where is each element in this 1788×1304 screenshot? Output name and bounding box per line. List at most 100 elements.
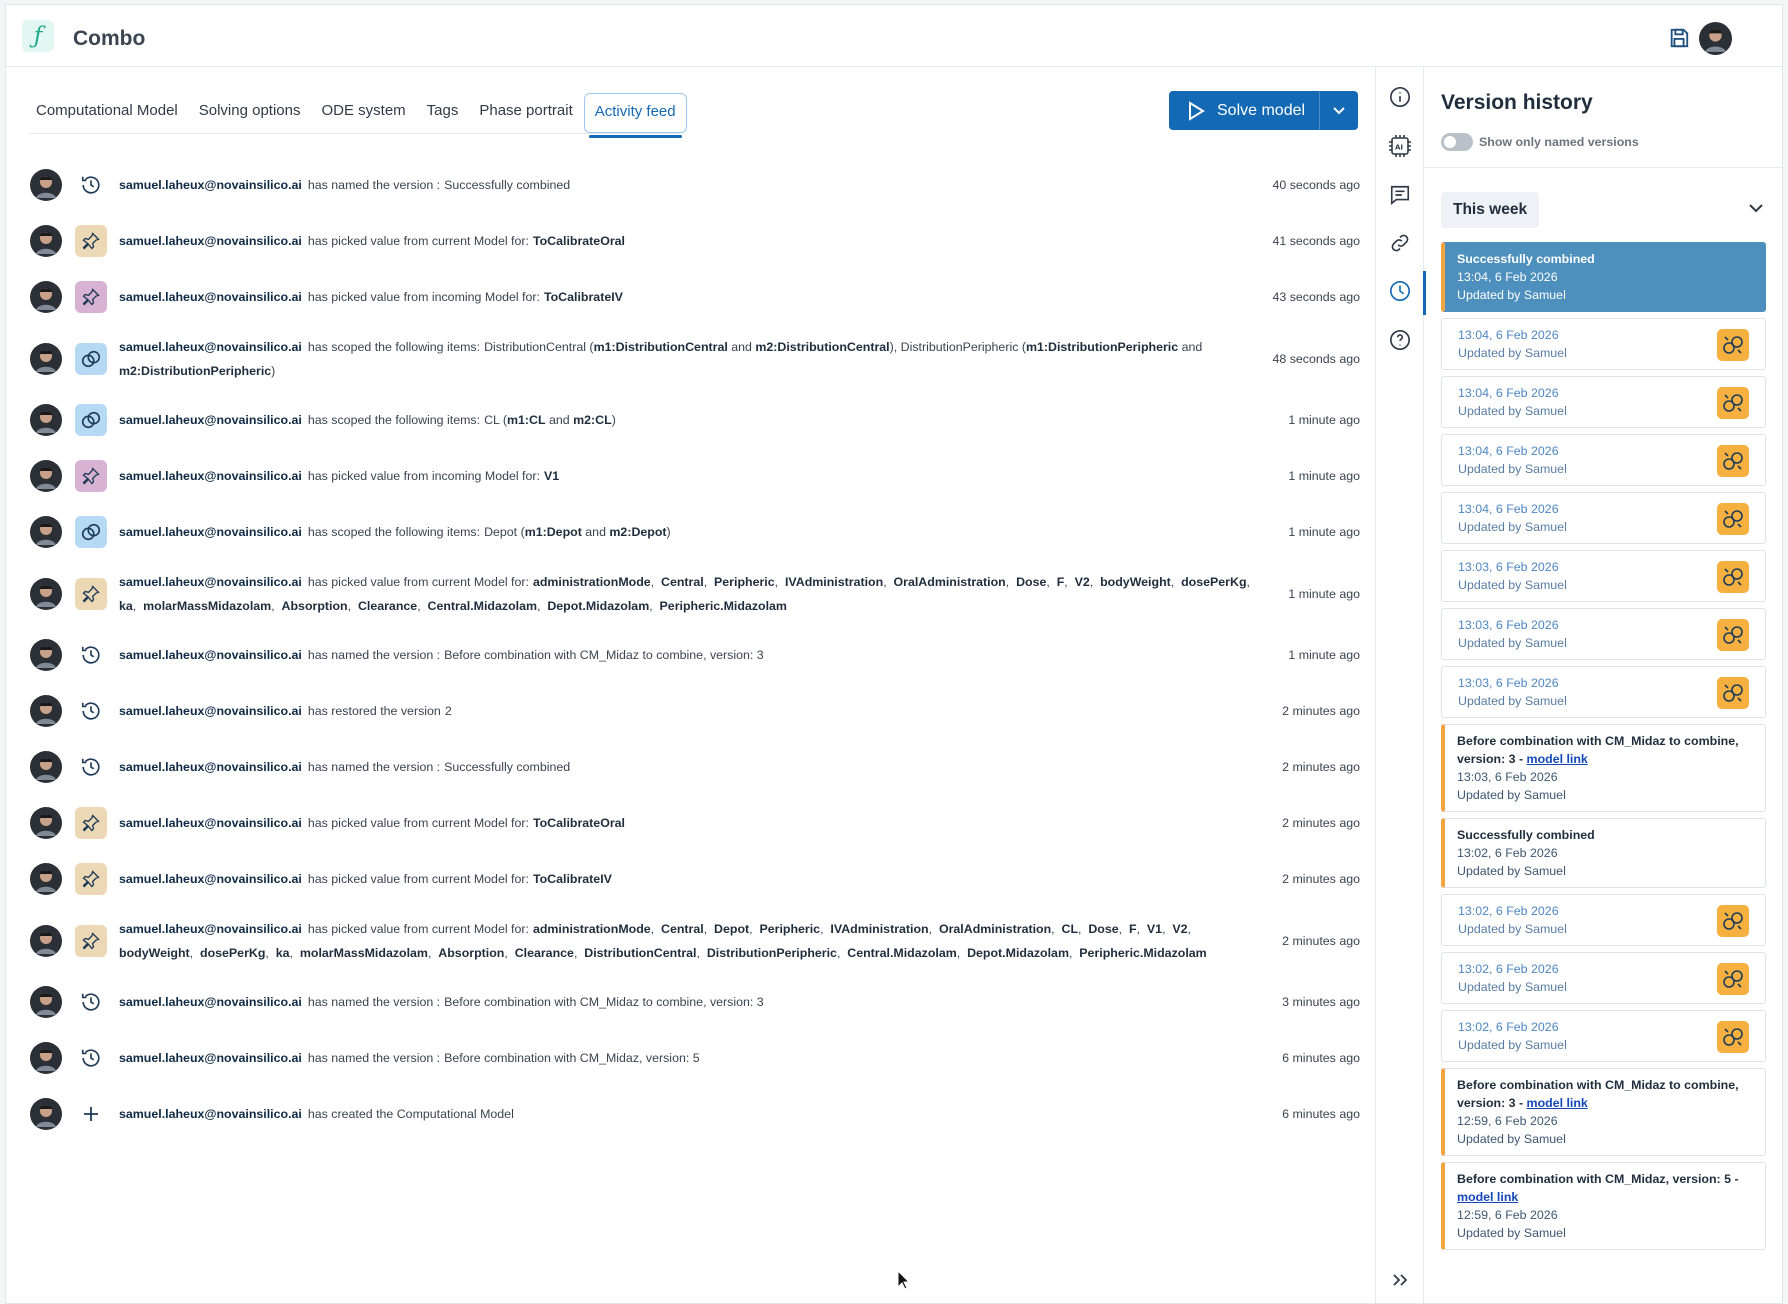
version-author: Updated by Samuel [1458,462,1567,476]
collapse-panel-button[interactable] [1376,1265,1424,1295]
model-link[interactable]: model link [1457,1190,1518,1204]
activity-user[interactable]: samuel.laheux@novainsilico.ai [119,290,302,304]
activity-detail: ToCalibrateIV [532,872,612,886]
merge-icon [1717,1021,1749,1053]
version-item[interactable]: 13:02, 6 Feb 2026 Updated by Samuel [1441,894,1766,946]
version-timestamp: 13:02, 6 Feb 2026 [1457,846,1558,860]
activity-item: samuel.laheux@novainsilico.ai has scoped … [30,325,1360,392]
version-group-header[interactable]: This week [1441,192,1766,228]
activity-user[interactable]: samuel.laheux@novainsilico.ai [119,525,302,539]
activity-action: has picked value from incoming Model for… [307,290,540,304]
rail-help-button[interactable] [1376,320,1424,360]
named-versions-toggle[interactable] [1441,133,1473,151]
version-timestamp: 13:04, 6 Feb 2026 [1458,444,1559,458]
activity-user[interactable]: samuel.laheux@novainsilico.ai [119,648,302,662]
version-item[interactable]: 13:03, 6 Feb 2026 Updated by Samuel [1441,608,1766,660]
tab-tags[interactable]: Tags [417,93,469,137]
activity-text: samuel.laheux@novainsilico.ai has picked … [119,811,1269,835]
activity-user[interactable]: samuel.laheux@novainsilico.ai [119,760,302,774]
rail-ai-button[interactable]: AI [1376,126,1424,166]
activity-timestamp: 41 seconds ago [1272,234,1361,248]
pin-incoming-icon [75,281,107,313]
activity-user[interactable]: samuel.laheux@novainsilico.ai [119,413,302,427]
activity-user[interactable]: samuel.laheux@novainsilico.ai [119,995,302,1009]
activity-user[interactable]: samuel.laheux@novainsilico.ai [119,704,302,718]
plus-icon [75,1098,107,1130]
tab-phase-portrait[interactable]: Phase portrait [469,93,582,137]
tab-activity-feed[interactable]: Activity feed [583,93,687,138]
version-author: Updated by Samuel [1458,346,1567,360]
version-item[interactable]: Before combination with CM_Midaz, versio… [1441,1162,1766,1250]
activity-user[interactable]: samuel.laheux@novainsilico.ai [119,178,302,192]
activity-user[interactable]: samuel.laheux@novainsilico.ai [119,922,302,936]
activity-timestamp: 2 minutes ago [1282,872,1360,886]
activity-detail: ToCalibrateOral [532,816,625,830]
version-item[interactable]: Before combination with CM_Midaz to comb… [1441,1068,1766,1156]
version-name: Before combination with CM_Midaz to comb… [1457,734,1739,766]
version-item[interactable]: 13:04, 6 Feb 2026 Updated by Samuel [1441,434,1766,486]
version-timestamp: 12:59, 6 Feb 2026 [1457,1208,1558,1222]
version-item[interactable]: Before combination with CM_Midaz to comb… [1441,724,1766,812]
activity-user[interactable]: samuel.laheux@novainsilico.ai [119,234,302,248]
version-item[interactable]: 13:03, 6 Feb 2026 Updated by Samuel [1441,550,1766,602]
comment-icon [1390,185,1410,205]
version-item[interactable]: Successfully combined 13:04, 6 Feb 2026 Up… [1441,242,1766,312]
activity-user[interactable]: samuel.laheux@novainsilico.ai [119,816,302,830]
activity-user[interactable]: samuel.laheux@novainsilico.ai [119,872,302,886]
help-icon [1390,330,1410,350]
solve-model-button[interactable]: Solve model [1169,91,1319,130]
tab-solving-options[interactable]: Solving options [189,93,311,137]
version-list: Successfully combined 13:04, 6 Feb 2026 Up… [1441,242,1766,1256]
named-versions-toggle-label: Show only named versions [1479,135,1639,149]
version-item[interactable]: 13:04, 6 Feb 2026 Updated by Samuel [1441,376,1766,428]
rail-info-button[interactable] [1376,77,1424,117]
activity-detail: CL (m1:CL and m2:CL) [484,413,616,427]
version-timestamp: 13:03, 6 Feb 2026 [1457,770,1558,784]
chevron-down-icon [1333,106,1345,114]
activity-item: samuel.laheux@novainsilico.ai has picked … [30,213,1360,269]
activity-action: has created the Computational Model [307,1107,514,1121]
activity-text: samuel.laheux@novainsilico.ai has named t… [119,173,1269,197]
tab-computational-model[interactable]: Computational Model [30,93,188,137]
activity-user[interactable]: samuel.laheux@novainsilico.ai [119,1107,302,1121]
activity-timestamp: 3 minutes ago [1282,995,1360,1009]
version-item[interactable]: 13:04, 6 Feb 2026 Updated by Samuel [1441,318,1766,370]
activity-action: has scoped the following items: [307,339,481,354]
activity-user[interactable]: samuel.laheux@novainsilico.ai [119,340,302,354]
chevron-down-icon [1749,204,1763,213]
merge-icon [1717,619,1749,651]
rail-links-button[interactable] [1376,223,1424,263]
activity-timestamp: 2 minutes ago [1282,816,1360,830]
rail-history-button[interactable] [1376,271,1426,315]
version-item[interactable]: 13:02, 6 Feb 2026 Updated by Samuel [1441,952,1766,1004]
activity-item: samuel.laheux@novainsilico.ai has named t… [30,739,1360,795]
pin-incoming-icon [75,460,107,492]
activity-text: samuel.laheux@novainsilico.ai has created… [119,1102,1269,1126]
version-item[interactable]: 13:03, 6 Feb 2026 Updated by Samuel [1441,666,1766,718]
activity-user[interactable]: samuel.laheux@novainsilico.ai [119,469,302,483]
activity-text: samuel.laheux@novainsilico.ai has named t… [119,755,1269,779]
merge-icon [1717,503,1749,535]
version-item[interactable]: 13:02, 6 Feb 2026 Updated by Samuel [1441,1010,1766,1062]
model-link[interactable]: model link [1527,752,1588,766]
user-avatar [30,577,62,610]
activity-user[interactable]: samuel.laheux@novainsilico.ai [119,575,302,589]
version-item[interactable]: 13:04, 6 Feb 2026 Updated by Samuel [1441,492,1766,544]
version-author: Updated by Samuel [1457,864,1566,878]
model-link[interactable]: model link [1527,1096,1588,1110]
tab-bar: Computational Model Solving options ODE sy… [30,93,688,138]
activity-detail: Successfully combined [444,178,571,192]
rail-comments-button[interactable] [1376,175,1424,215]
solve-options-dropdown[interactable] [1319,91,1358,130]
tab-ode-system[interactable]: ODE system [311,93,415,137]
version-timestamp: 13:04, 6 Feb 2026 [1457,270,1558,284]
history-icon [1390,281,1410,301]
app-window: ƒ Combo Computational Model Solving optio… [5,4,1783,1304]
activity-user[interactable]: samuel.laheux@novainsilico.ai [119,1051,302,1065]
version-item[interactable]: Successfully combined 13:02, 6 Feb 2026 Up… [1441,818,1766,888]
activity-item: samuel.laheux@novainsilico.ai has picked … [30,851,1360,907]
version-history-panel: Version history Show only named versions… [1425,67,1782,1303]
user-avatar[interactable] [1699,22,1732,55]
save-button[interactable] [1666,25,1692,51]
double-chevron-right-icon [1393,1274,1408,1286]
